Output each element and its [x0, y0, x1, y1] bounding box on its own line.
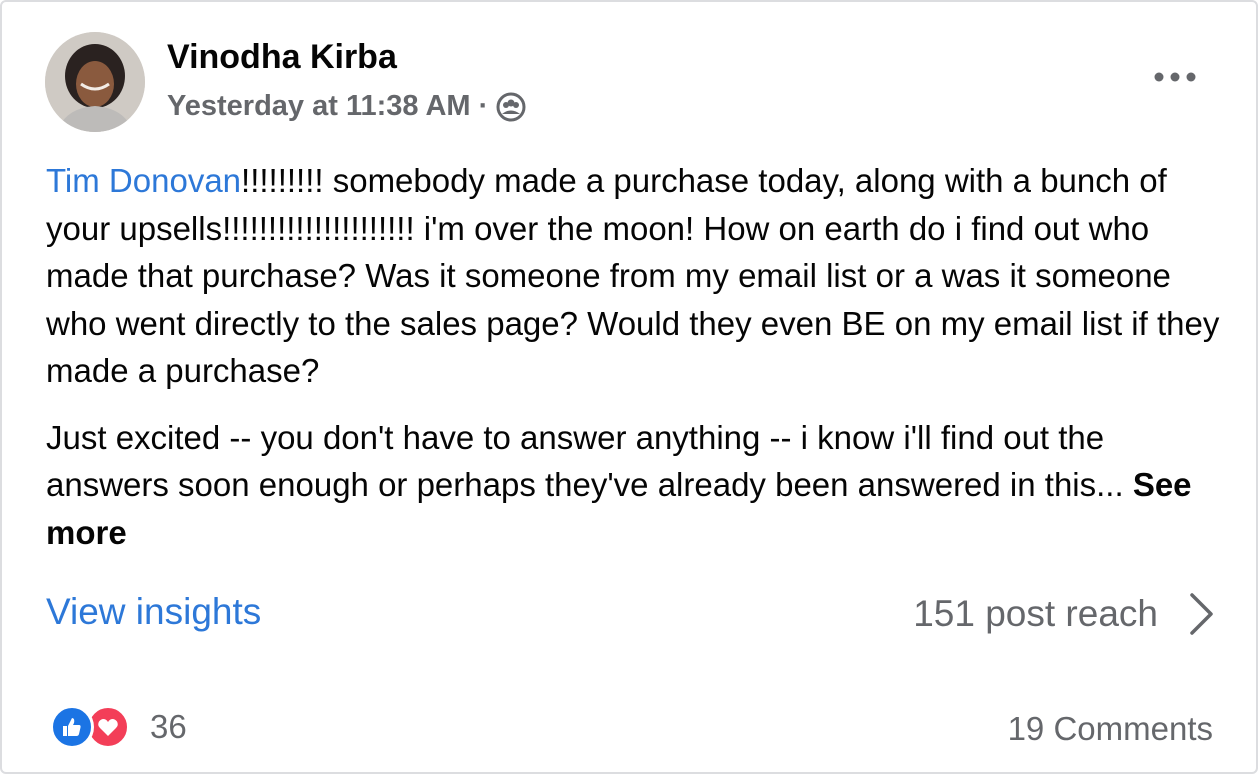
insights-row: View insights 151 post reach: [46, 587, 1216, 647]
view-insights-link[interactable]: View insights: [46, 591, 261, 633]
paragraph-2-text: Just excited -- you don't have to answer…: [46, 418, 1133, 504]
timestamp[interactable]: Yesterday at 11:38 AM: [167, 90, 471, 123]
post-reach-label: 151 post reach: [913, 593, 1158, 634]
meta-separator: ·: [478, 90, 489, 122]
group-audience-icon[interactable]: [496, 92, 526, 122]
comments-count-link[interactable]: 19 Comments: [1008, 710, 1213, 748]
reaction-count: 36: [150, 708, 187, 745]
post-body: Tim Donovan!!!!!!!!! somebody made a pur…: [46, 157, 1226, 556]
author-name[interactable]: Vinodha Kirba: [167, 38, 397, 77]
post-card: Vinodha Kirba Yesterday at 11:38 AM · Ti…: [0, 0, 1258, 774]
avatar[interactable]: [45, 32, 145, 132]
post-meta: Yesterday at 11:38 AM ·: [167, 90, 526, 123]
post-paragraph-2: Just excited -- you don't have to answer…: [46, 414, 1226, 557]
like-icon: [50, 705, 94, 749]
mention-link[interactable]: Tim Donovan: [46, 162, 241, 199]
chevron-right-icon: [1190, 593, 1213, 635]
post-paragraph-1: Tim Donovan!!!!!!!!! somebody made a pur…: [46, 157, 1226, 395]
post-reach[interactable]: 151 post reach: [913, 591, 1216, 637]
more-options-icon: [1154, 72, 1196, 82]
more-options-button[interactable]: [1148, 62, 1202, 92]
reactions-summary[interactable]: 36: [50, 705, 187, 749]
